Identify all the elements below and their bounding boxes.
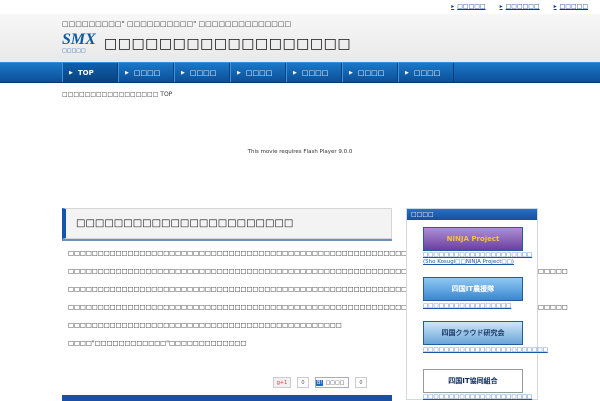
top-link-1[interactable]: ▸ □□□□□ [451,3,485,10]
page-title-box: □□□□□□□□□□□□□□□□□□□□□□□ [62,208,392,239]
banner-text: 四国IT農援隊 [451,285,495,293]
nav-item-label: □□□□ [357,68,385,77]
main-content: □□□□□□□□□□□□□□□□□□□□□□□ □□□□□□□□□□□□□□□□… [62,208,568,401]
nav-item-4[interactable]: ▶ □□□□ [230,63,286,82]
top-link-3-label: □□□□□ [559,3,588,10]
hatena-b-icon: B! [316,379,324,386]
nav-item-label: □□□□ [133,68,161,77]
banner-ninja-project[interactable]: NINJA Project [423,227,523,251]
nav-item-top[interactable]: ▶ TOP [62,63,118,82]
main-nav-bar: ▶ TOP ▶ □□□□ ▶ □□□□ ▶ □□□□ ▶ □□□□ ▶ □□□□ ▶ □□□□ [0,62,600,83]
nav-item-label: □□□□ [245,68,273,77]
nav-item-label: TOP [77,68,94,77]
triangle-icon: ▸ [553,3,557,10]
logo-text: SMX [62,31,96,48]
nav-arrow-icon: ▶ [405,69,409,76]
triangle-icon: ▸ [499,3,503,10]
nav-item-5[interactable]: ▶ □□□□ [286,63,342,82]
hatena-bookmark-button[interactable]: B! □□□□ [315,377,349,388]
hatena-label: □□□□ [325,379,345,386]
nav-arrow-icon: ▶ [125,69,129,76]
breadcrumb: □□□□□□□□□□□□□□□□□ TOP [62,91,173,98]
logo-subtext: □□□□□ [62,48,86,54]
intro-paragraph-2: □□□□□□□□□□□□□□□□□□□□□□□□□□□□□□□□□□□□□□□□… [68,268,568,275]
banner-text: 四国クラウド研究会 [441,329,505,337]
top-link-1-label: □□□□□ [457,3,486,10]
page-title: □□□□□□□□□□□□□□□□□□□□□□□ [76,218,294,229]
banner-it-coop[interactable]: 四国IT協同組合 [423,369,523,393]
sidebar: □□□□ NINJA Project □□□□□□□□□□□□□□□□□□□□□… [406,208,548,400]
banner-caption-3[interactable]: □□□□□□□□□□□□□□□□□□□□□□□□ [423,347,548,354]
banner-text: 四国IT協同組合 [448,377,498,385]
top-links: ▸ □□□□□ ▸ □□□□□□ ▸ □□□□□ [451,3,588,10]
gplus-button[interactable]: g+1 [273,377,291,388]
intro-paragraph-5: □□□□□□□□□□□□□□□□□□□□□□□□□□□□□□□□□□□□□□□□… [68,322,342,329]
nav-arrow-icon: ▶ [69,69,73,76]
section-header-bar [62,395,392,401]
banner-caption-1[interactable]: □□□□□□□□□□□□□□□□□□□□□ (Sho Kosugi□□NINJA… [423,252,535,266]
main-nav: ▶ TOP ▶ □□□□ ▶ □□□□ ▶ □□□□ ▶ □□□□ ▶ □□□□ ▶ □□□□ [62,63,454,82]
title-separator [62,239,392,241]
nav-item-label: □□□□ [301,68,329,77]
top-link-2-label: □□□□□□ [505,3,540,10]
nav-arrow-icon: ▶ [181,69,185,76]
site-header: □□□□□□□□□" □□□□□□□□□□" □□□□□□□□□□□□□□ SM… [0,14,600,62]
nav-item-3[interactable]: ▶ □□□□ [174,63,230,82]
nav-arrow-icon: ▶ [237,69,241,76]
intro-paragraph-3: □□□□□□□□□□□□□□□□□□□□□□□□□□□□□□□□□□□□□□□□… [68,286,443,293]
nav-item-label: □□□□ [189,68,217,77]
intro-paragraph-6: □□□□"□□□□□□□□□□□□"□□□□□□□□□□□□□ [68,340,247,347]
nav-arrow-icon: ▶ [349,69,353,76]
social-buttons: g+1 0 B! □□□□ 0 [273,377,367,388]
top-link-2[interactable]: ▸ □□□□□□ [500,3,540,10]
top-link-3[interactable]: ▸ □□□□□ [554,3,588,10]
nav-arrow-icon: ▶ [293,69,297,76]
nav-item-7[interactable]: ▶ □□□□ [398,63,454,82]
gplus-count: 0 [297,377,309,388]
sidebar-heading: □□□□ [407,209,537,220]
nav-item-2[interactable]: ▶ □□□□ [118,63,174,82]
triangle-icon: ▸ [451,3,455,10]
site-title: □□□□□□□□□□□□□□□□□□ [104,36,352,52]
banner-it-farm[interactable]: 四国IT農援隊 [423,277,523,301]
intro-paragraph-4: □□□□□□□□□□□□□□□□□□□□□□□□□□□□□□□□□□□□□□□□… [68,304,568,311]
top-utility-bar: ▸ □□□□□ ▸ □□□□□□ ▸ □□□□□ [0,0,600,14]
header-tagline: □□□□□□□□□" □□□□□□□□□□" □□□□□□□□□□□□□□ [62,20,292,28]
intro-paragraph-1: □□□□□□□□□□□□□□□□□□□□□□□□□□□□□□□□□□□□□□□□… [68,250,509,257]
banner-cloud-study[interactable]: 四国クラウド研究会 [423,321,523,345]
site-logo[interactable]: SMX □□□□□ [62,32,100,56]
hatena-count: 0 [355,377,367,388]
banner-caption-2[interactable]: □□□□□□□□□□□□□□□□□ [423,303,535,310]
nav-item-label: □□□□ [413,68,441,77]
flash-placeholder-message: This movie requires Flash Player 9.0.0 [247,149,353,155]
banner-text: NINJA Project [446,235,500,243]
nav-item-6[interactable]: ▶ □□□□ [342,63,398,82]
